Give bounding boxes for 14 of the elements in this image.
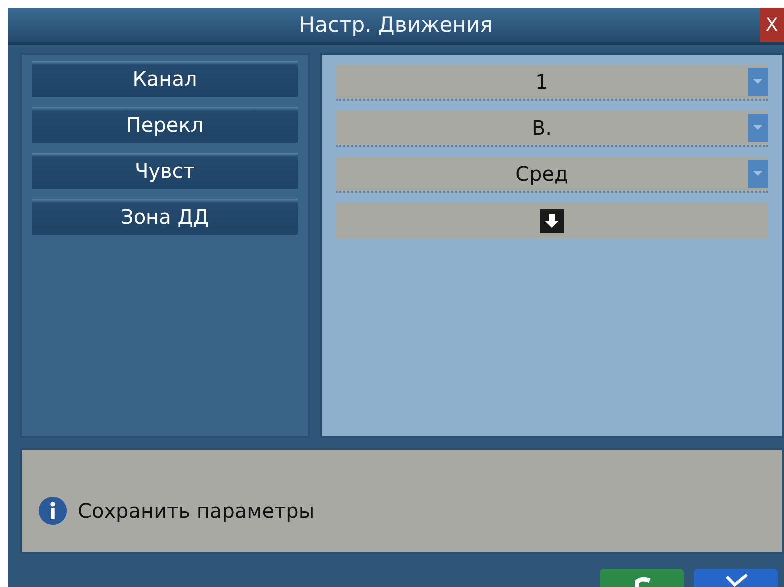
setting-label-button[interactable]: Чувст [32,153,298,189]
down-arrow-button-icon[interactable] [540,209,564,233]
dropdown-field[interactable]: 1 [336,65,768,101]
info-message: Сохранить параметры [78,499,315,523]
confirm-button[interactable] [694,569,778,587]
setting-label-button[interactable]: Перекл [32,107,298,143]
window-title: Настр. Движения [299,13,493,37]
dropdown-field[interactable]: Сред [336,157,768,193]
info-icon [38,496,68,526]
dropdown-field[interactable]: В. [336,111,768,147]
setting-label-button[interactable]: Канал [32,61,298,97]
back-button[interactable] [600,569,684,587]
setting-label-button[interactable]: Зона ДД [32,199,298,235]
close-button[interactable]: X [760,8,784,42]
